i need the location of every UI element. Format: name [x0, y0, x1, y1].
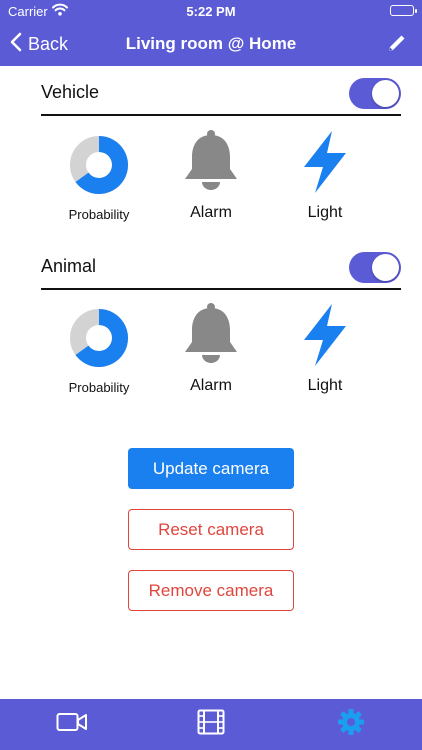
feature-probability-vehicle[interactable]: Probability — [44, 133, 154, 222]
feature-label: Alarm — [190, 204, 232, 221]
navigation-bar: Back Living room @ Home — [0, 22, 422, 66]
vehicle-toggle[interactable] — [349, 78, 401, 109]
lightning-icon — [293, 130, 357, 194]
film-icon — [197, 709, 225, 740]
feature-label: Light — [307, 204, 343, 221]
page-title: Living room @ Home — [125, 34, 297, 53]
section-header-vehicle: Vehicle — [41, 76, 401, 116]
video-camera-icon — [56, 711, 88, 738]
feature-light-vehicle[interactable]: Light — [270, 130, 380, 222]
section-header-animal: Animal — [41, 250, 401, 290]
probability-ring-icon — [67, 133, 131, 197]
feature-label: Alarm — [190, 377, 232, 394]
status-bar: Carrier 5:22 PM — [0, 0, 422, 22]
bell-icon — [179, 130, 243, 194]
feature-probability-animal[interactable]: Probability — [44, 306, 154, 395]
tab-bar — [0, 699, 422, 750]
tab-camera[interactable] — [55, 707, 89, 741]
feature-alarm-animal[interactable]: Alarm — [156, 303, 266, 395]
tab-recordings[interactable] — [194, 707, 228, 741]
feature-label: Light — [307, 377, 343, 394]
reset-camera-button[interactable]: Reset camera — [128, 509, 294, 550]
section-label-vehicle: Vehicle — [41, 82, 100, 102]
animal-toggle[interactable] — [349, 252, 401, 283]
remove-camera-button[interactable]: Remove camera — [128, 570, 294, 611]
edit-button[interactable] — [386, 32, 408, 54]
top-bar: Carrier 5:22 PM Back Living room @ Home — [0, 0, 422, 66]
feature-label: Probability — [68, 207, 130, 222]
tab-settings[interactable] — [334, 707, 368, 741]
status-time: 5:22 PM — [186, 4, 236, 19]
update-camera-button[interactable]: Update camera — [128, 448, 294, 489]
feature-label: Probability — [68, 380, 130, 395]
pencil-icon — [386, 35, 408, 58]
section-label-animal: Animal — [41, 256, 97, 276]
battery-icon — [390, 5, 417, 16]
feature-alarm-vehicle[interactable]: Alarm — [156, 130, 266, 222]
probability-ring-icon — [67, 306, 131, 370]
bell-icon — [179, 303, 243, 367]
gear-icon — [337, 708, 365, 741]
lightning-icon — [293, 303, 357, 367]
feature-light-animal[interactable]: Light — [270, 303, 380, 395]
